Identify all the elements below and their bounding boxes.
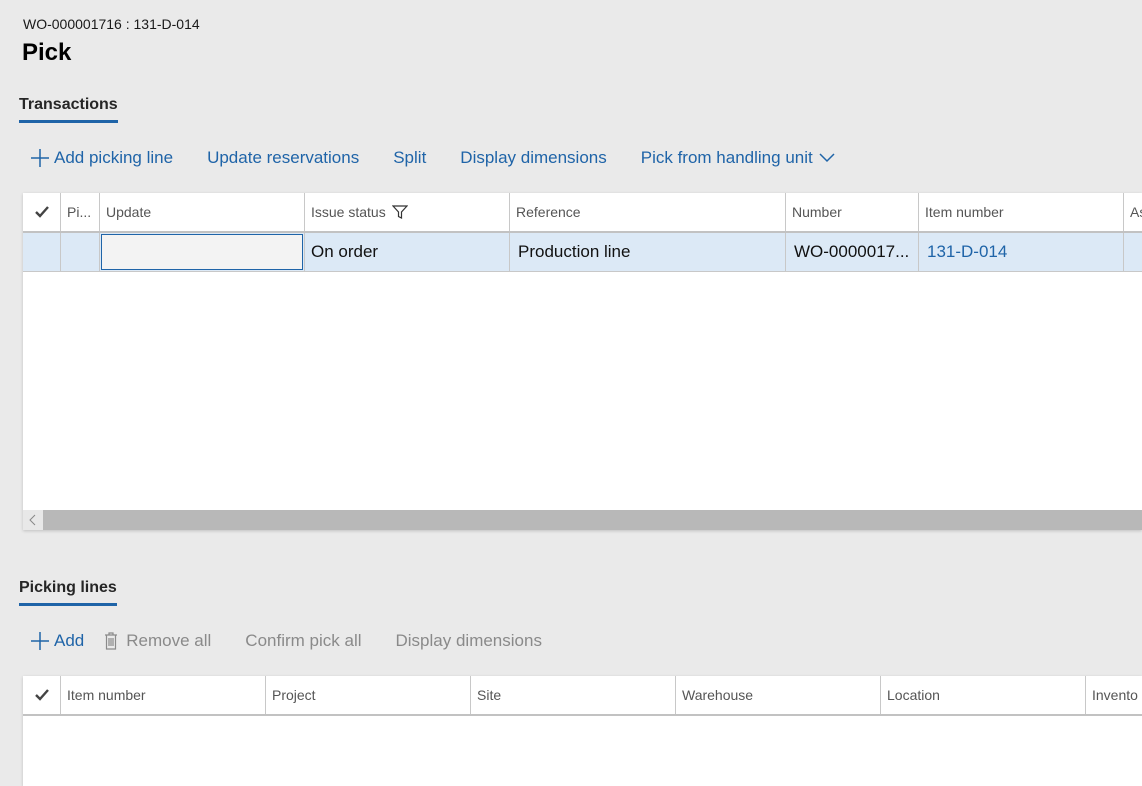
transactions-grid: Pi... Update Issue status Reference Numb…: [23, 193, 1142, 530]
row-select-checkbox[interactable]: [23, 233, 61, 271]
scroll-left-button[interactable]: [23, 510, 43, 530]
update-reservations-button[interactable]: Update reservations: [207, 148, 359, 168]
record-caption: WO-000001716 : 131-D-014: [23, 16, 200, 32]
add-picking-line-label: Add picking line: [54, 148, 174, 167]
add-picking-line-button[interactable]: Add picking line: [30, 148, 173, 168]
column-header-inventory[interactable]: Invento: [1086, 676, 1142, 714]
column-header-number[interactable]: Number: [786, 193, 919, 231]
column-header-location[interactable]: Location: [881, 676, 1086, 714]
chevron-down-icon: [819, 153, 835, 163]
filter-icon: [391, 205, 408, 219]
column-header-item-number[interactable]: Item number: [919, 193, 1124, 231]
column-header-reference[interactable]: Reference: [510, 193, 786, 231]
confirm-pick-all-button[interactable]: Confirm pick all: [245, 631, 361, 651]
add-button[interactable]: Add: [30, 631, 84, 651]
cell-update: [100, 233, 305, 271]
picking-lines-toolbar: Add Remove all Confirm pick all Display …: [30, 631, 576, 651]
display-dimensions-button[interactable]: Display dimensions: [460, 148, 606, 168]
column-header-project[interactable]: Project: [266, 676, 471, 714]
select-all-checkbox[interactable]: [23, 193, 61, 231]
tab-transactions[interactable]: Transactions: [19, 96, 118, 123]
cell-picked: [61, 233, 100, 271]
horizontal-scrollbar[interactable]: [23, 510, 1142, 530]
remove-all-button[interactable]: Remove all: [104, 631, 211, 651]
pick-from-handling-unit-label: Pick from handling unit: [640, 148, 813, 167]
page-title: Pick: [22, 39, 72, 66]
cell-next: [1124, 233, 1142, 271]
issue-status-label: Issue status: [311, 204, 386, 220]
cell-reference: Production line: [510, 233, 786, 271]
plus-icon: [30, 631, 50, 651]
pick-from-handling-unit-button[interactable]: Pick from handling unit: [641, 148, 835, 168]
checkmark-icon: [34, 206, 49, 218]
table-row[interactable]: On order Production line WO-0000017... 1…: [23, 233, 1142, 272]
chevron-left-icon: [29, 514, 36, 526]
trash-icon: [104, 632, 118, 650]
checkmark-icon: [34, 689, 49, 701]
plus-icon: [30, 148, 50, 168]
split-button[interactable]: Split: [393, 148, 426, 168]
column-header-item-number[interactable]: Item number: [61, 676, 266, 714]
item-number-link[interactable]: 131-D-014: [919, 233, 1124, 271]
transactions-header-row: Pi... Update Issue status Reference Numb…: [23, 193, 1142, 233]
cell-issue-status: On order: [305, 233, 510, 271]
picking-lines-grid: Item number Project Site Warehouse Locat…: [23, 676, 1142, 786]
transactions-toolbar: Add picking line Update reservations Spl…: [30, 148, 869, 168]
picking-lines-header-row: Item number Project Site Warehouse Locat…: [23, 676, 1142, 716]
column-header-update[interactable]: Update: [100, 193, 305, 231]
tab-picking-lines[interactable]: Picking lines: [19, 579, 117, 606]
column-header-picked[interactable]: Pi...: [61, 193, 100, 231]
column-header-issue-status[interactable]: Issue status: [305, 193, 510, 231]
column-header-next[interactable]: As: [1124, 193, 1142, 231]
column-header-site[interactable]: Site: [471, 676, 676, 714]
select-all-checkbox[interactable]: [23, 676, 61, 714]
column-header-warehouse[interactable]: Warehouse: [676, 676, 881, 714]
update-input[interactable]: [101, 234, 303, 270]
display-dimensions-button[interactable]: Display dimensions: [396, 631, 542, 651]
remove-all-label: Remove all: [126, 631, 212, 650]
add-label: Add: [54, 631, 85, 650]
cell-number: WO-0000017...: [786, 233, 919, 271]
